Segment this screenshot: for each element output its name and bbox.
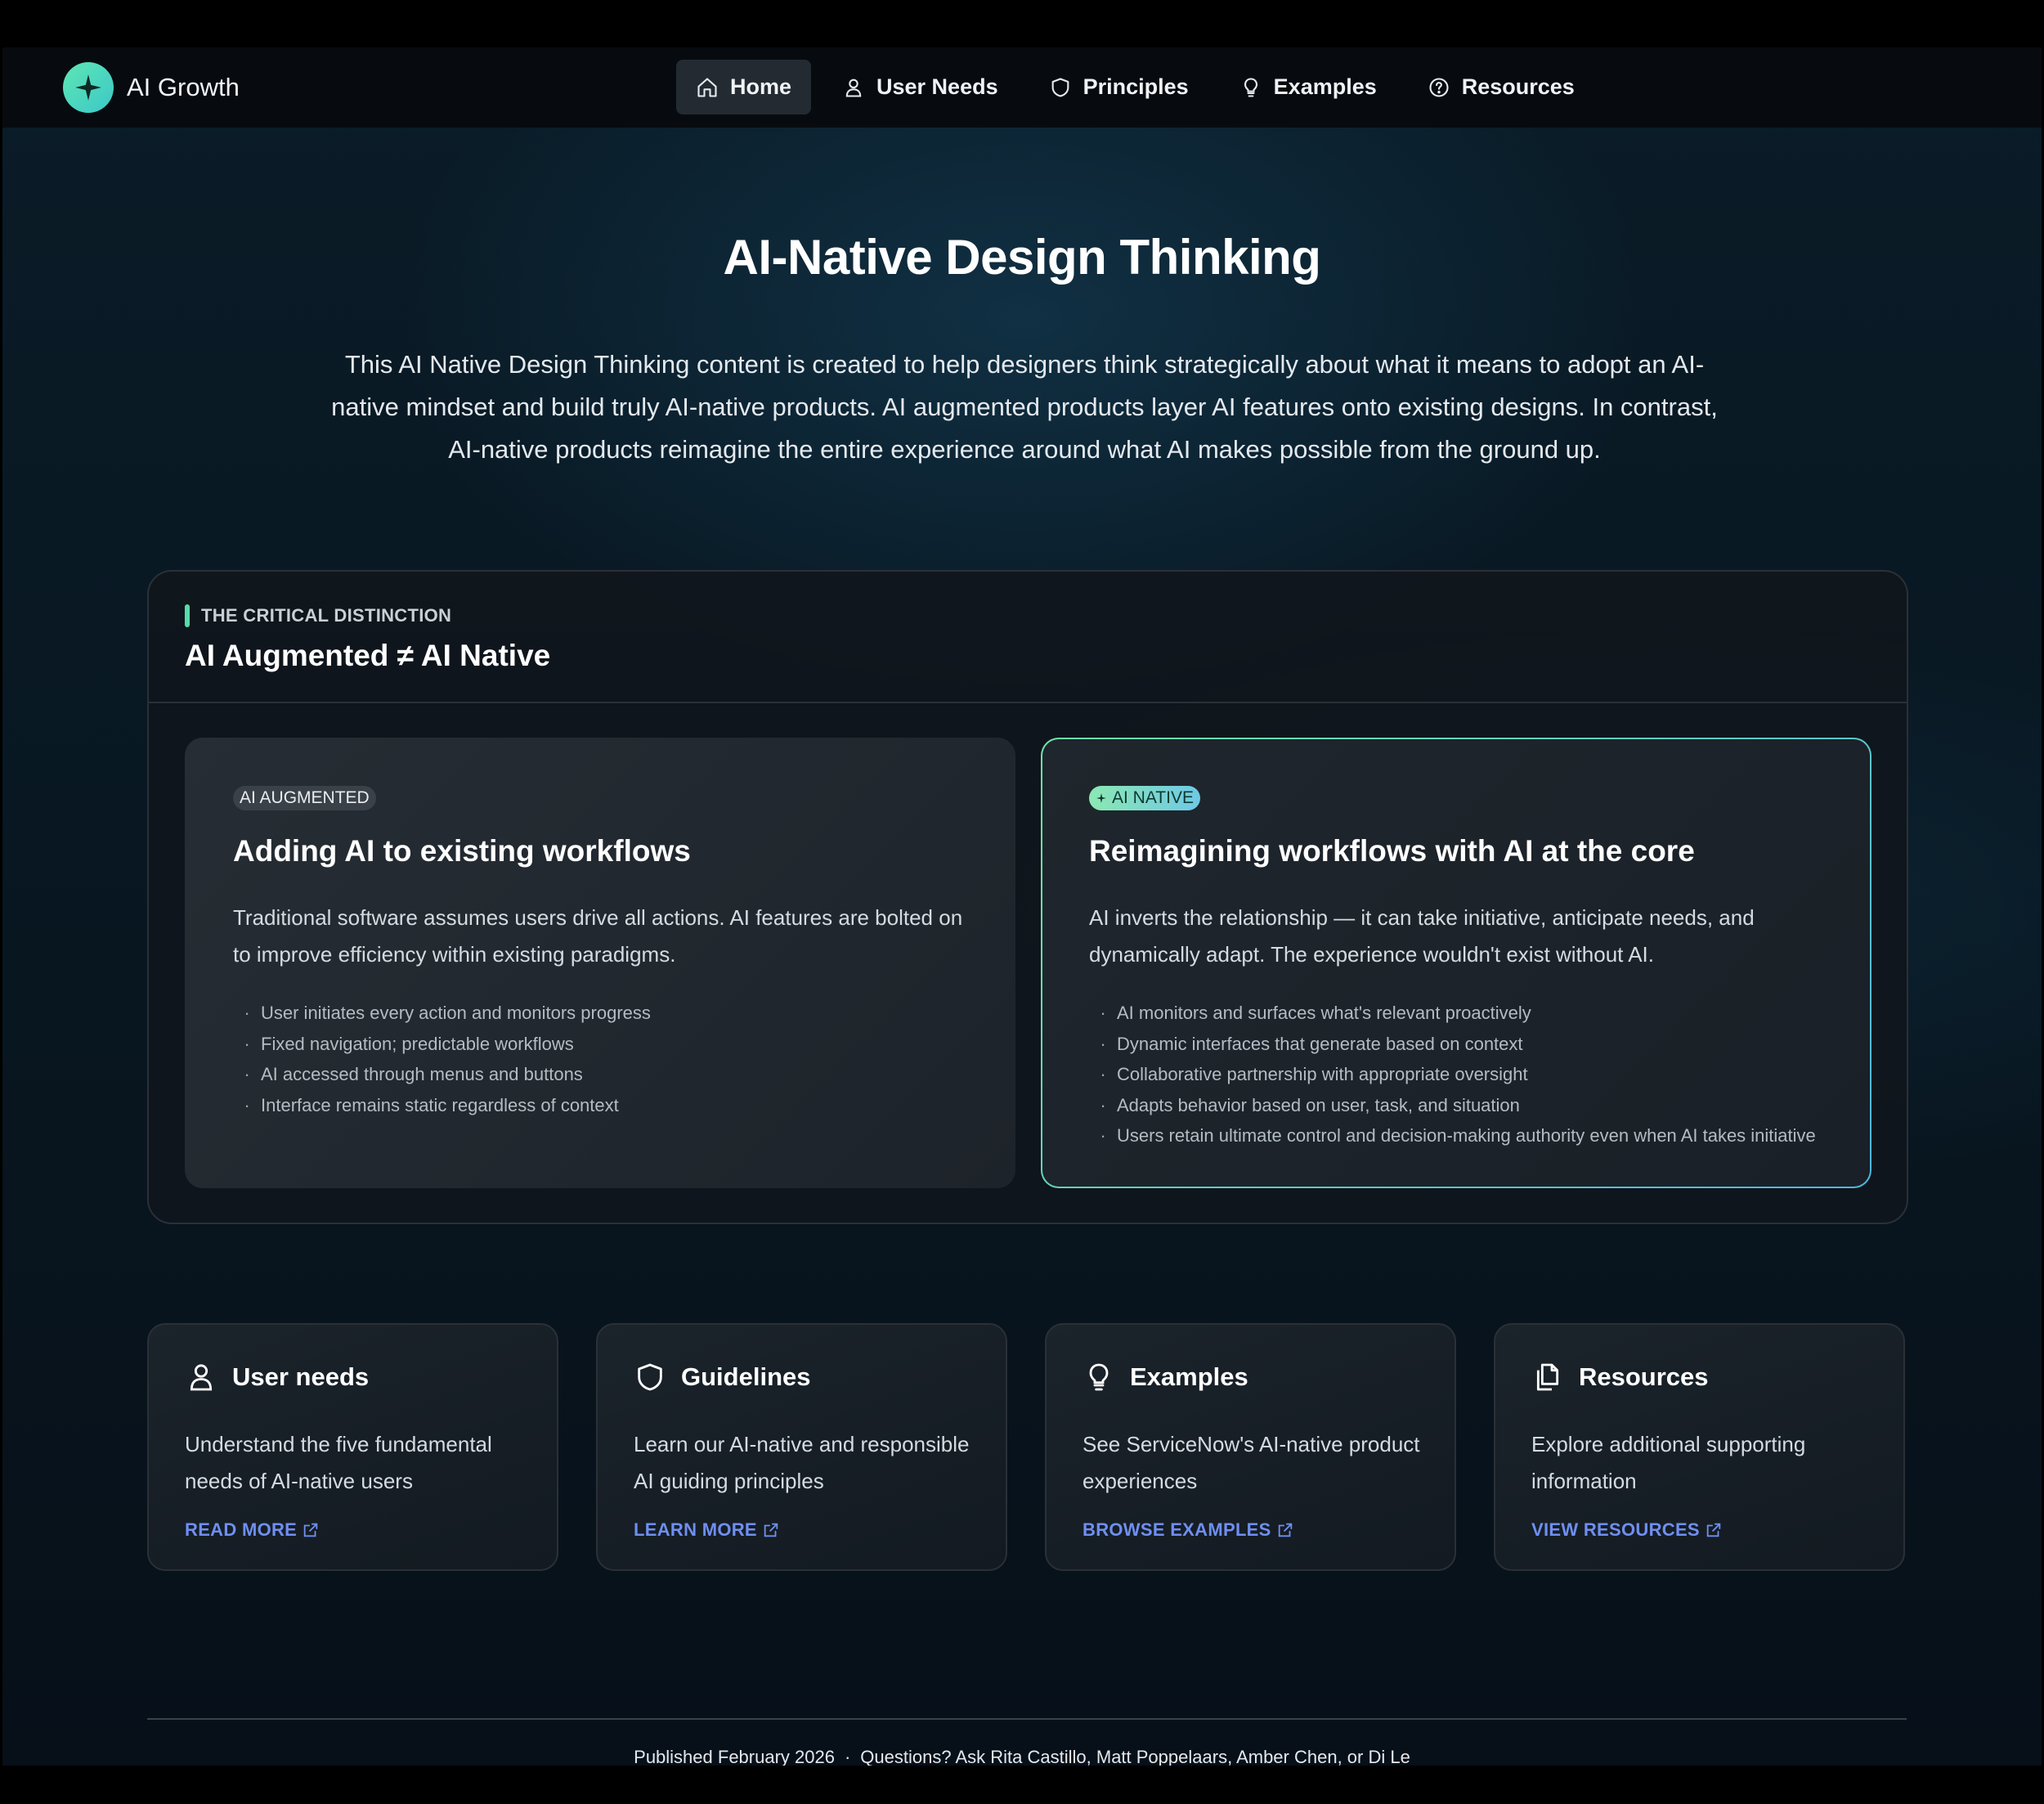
shield-icon — [638, 1363, 662, 1391]
badge-label: AI NATIVE — [1112, 788, 1194, 807]
section-title: AI Augmented ≠ AI Native — [185, 639, 551, 672]
shield-icon — [1051, 77, 1069, 97]
user-icon — [190, 1364, 213, 1391]
question-circle-icon — [1429, 77, 1449, 97]
resources-card[interactable]: Resources Explore additional supporting … — [1494, 1323, 1905, 1571]
card-description: Explore additional supporting informatio… — [1531, 1432, 1806, 1493]
link-label: BROWSE EXAMPLES — [1083, 1519, 1271, 1540]
list-item: Users retain ultimate control and decisi… — [1089, 1120, 1816, 1151]
panel-title: Adding AI to existing workflows — [233, 834, 691, 868]
sparkle-icon — [1096, 793, 1106, 803]
learn-more-link[interactable]: LEARN MORE — [634, 1519, 780, 1541]
nav-principles-label: Principles — [1083, 74, 1189, 99]
section-eyebrow: THE CRITICAL DISTINCTION — [185, 604, 451, 627]
guidelines-card[interactable]: Guidelines Learn our AI-native and respo… — [596, 1323, 1007, 1571]
eyebrow-label: THE CRITICAL DISTINCTION — [201, 605, 452, 626]
external-link-icon — [1706, 1523, 1721, 1537]
card-description: Learn our AI-native and responsible AI g… — [634, 1432, 970, 1493]
published-date: Published February 2026 — [634, 1747, 835, 1766]
home-icon — [697, 77, 717, 97]
card-description: See ServiceNow's AI-native product exper… — [1083, 1432, 1420, 1493]
card-title: Examples — [1130, 1362, 1248, 1391]
link-label: LEARN MORE — [634, 1519, 757, 1540]
page-intro: This AI Native Design Thinking content i… — [331, 350, 1718, 464]
read-more-link[interactable]: READ MORE — [185, 1519, 320, 1541]
card-description: Understand the five fundamental needs of… — [185, 1432, 492, 1493]
browse-examples-link[interactable]: BROWSE EXAMPLES — [1083, 1519, 1294, 1541]
top-navigation-bar: AI Growth Home User Needs Principles Exa… — [2, 47, 2042, 128]
external-link-icon — [764, 1523, 778, 1537]
main-nav: Home User Needs Principles Examples Reso… — [676, 60, 1594, 114]
panel-title: Reimagining workflows with AI at the cor… — [1089, 834, 1695, 868]
list-item: Collaborative partnership with appropria… — [1089, 1059, 1816, 1090]
card-header: User needs — [185, 1361, 369, 1393]
external-link-icon — [303, 1523, 318, 1537]
list-item: Adapts behavior based on user, task, and… — [1089, 1090, 1816, 1121]
list-item: AI accessed through menus and buttons — [233, 1059, 651, 1090]
link-label: VIEW RESOURCES — [1531, 1519, 1700, 1540]
brand-name: AI Growth — [127, 73, 240, 101]
card-title: User needs — [232, 1362, 370, 1391]
critical-distinction-header: THE CRITICAL DISTINCTION AI Augmented ≠ … — [149, 572, 1907, 703]
bullet-list: AI monitors and surfaces what's relevant… — [1089, 998, 1816, 1151]
lightbulb-icon — [1244, 77, 1257, 97]
panel-description: AI inverts the relationship — it can tak… — [1089, 905, 1755, 967]
card-header: Resources — [1531, 1361, 1709, 1393]
list-item: AI monitors and surfaces what's relevant… — [1089, 998, 1816, 1029]
nav-examples-label: Examples — [1273, 74, 1377, 99]
ai-augmented-panel: AI AUGMENTED Adding AI to existing workf… — [185, 738, 1015, 1188]
card-title: Guidelines — [681, 1362, 811, 1391]
accent-bar — [185, 604, 190, 627]
nav-home[interactable]: Home — [676, 60, 812, 114]
nav-user-needs-label: User Needs — [876, 74, 998, 99]
card-header: Guidelines — [634, 1361, 810, 1393]
nav-resources-label: Resources — [1461, 74, 1575, 99]
page: AI Growth Home User Needs Principles Exa… — [2, 47, 2042, 1766]
footer: Published February 2026 · Questions? Ask R… — [2, 1747, 2042, 1766]
brand[interactable]: AI Growth — [63, 62, 240, 113]
nav-examples[interactable]: Examples — [1220, 60, 1396, 114]
footer-separator: · — [844, 1747, 851, 1766]
lightbulb-icon — [1089, 1363, 1109, 1391]
ai-augmented-badge: AI AUGMENTED — [233, 786, 376, 810]
page-title: AI-Native Design Thinking — [723, 230, 1321, 285]
bullet-list: User initiates every action and monitors… — [233, 998, 651, 1120]
ai-native-panel: AI NATIVE Reimagining workflows with AI … — [1041, 738, 1871, 1188]
nav-user-needs[interactable]: User Needs — [823, 60, 1018, 114]
view-resources-link[interactable]: VIEW RESOURCES — [1531, 1519, 1723, 1541]
footer-contact: Questions? Ask Rita Castillo, Matt Poppe… — [860, 1747, 1410, 1766]
list-item: User initiates every action and monitors… — [233, 998, 651, 1029]
badge-label: AI AUGMENTED — [240, 788, 370, 807]
nav-resources[interactable]: Resources — [1408, 60, 1594, 114]
documents-icon — [1536, 1363, 1559, 1391]
critical-distinction-card: THE CRITICAL DISTINCTION AI Augmented ≠ … — [147, 570, 1908, 1224]
footer-divider — [147, 1718, 1907, 1720]
examples-card[interactable]: Examples See ServiceNow's AI-native prod… — [1045, 1323, 1456, 1571]
list-item: Fixed navigation; predictable workflows — [233, 1029, 651, 1060]
list-item: Dynamic interfaces that generate based o… — [1089, 1029, 1816, 1060]
nav-home-label: Home — [730, 74, 792, 99]
ai-native-badge: AI NATIVE — [1089, 786, 1200, 810]
list-item: Interface remains static regardless of c… — [233, 1090, 651, 1121]
card-title: Resources — [1579, 1362, 1709, 1391]
sparkle-icon — [63, 62, 114, 113]
external-link-icon — [1278, 1523, 1292, 1537]
card-header: Examples — [1083, 1361, 1248, 1393]
nav-principles[interactable]: Principles — [1029, 60, 1208, 114]
link-label: READ MORE — [185, 1519, 298, 1540]
panel-description: Traditional software assumes users drive… — [233, 905, 963, 967]
user-icon — [845, 79, 862, 97]
user-needs-card[interactable]: User needs Understand the five fundament… — [147, 1323, 558, 1571]
